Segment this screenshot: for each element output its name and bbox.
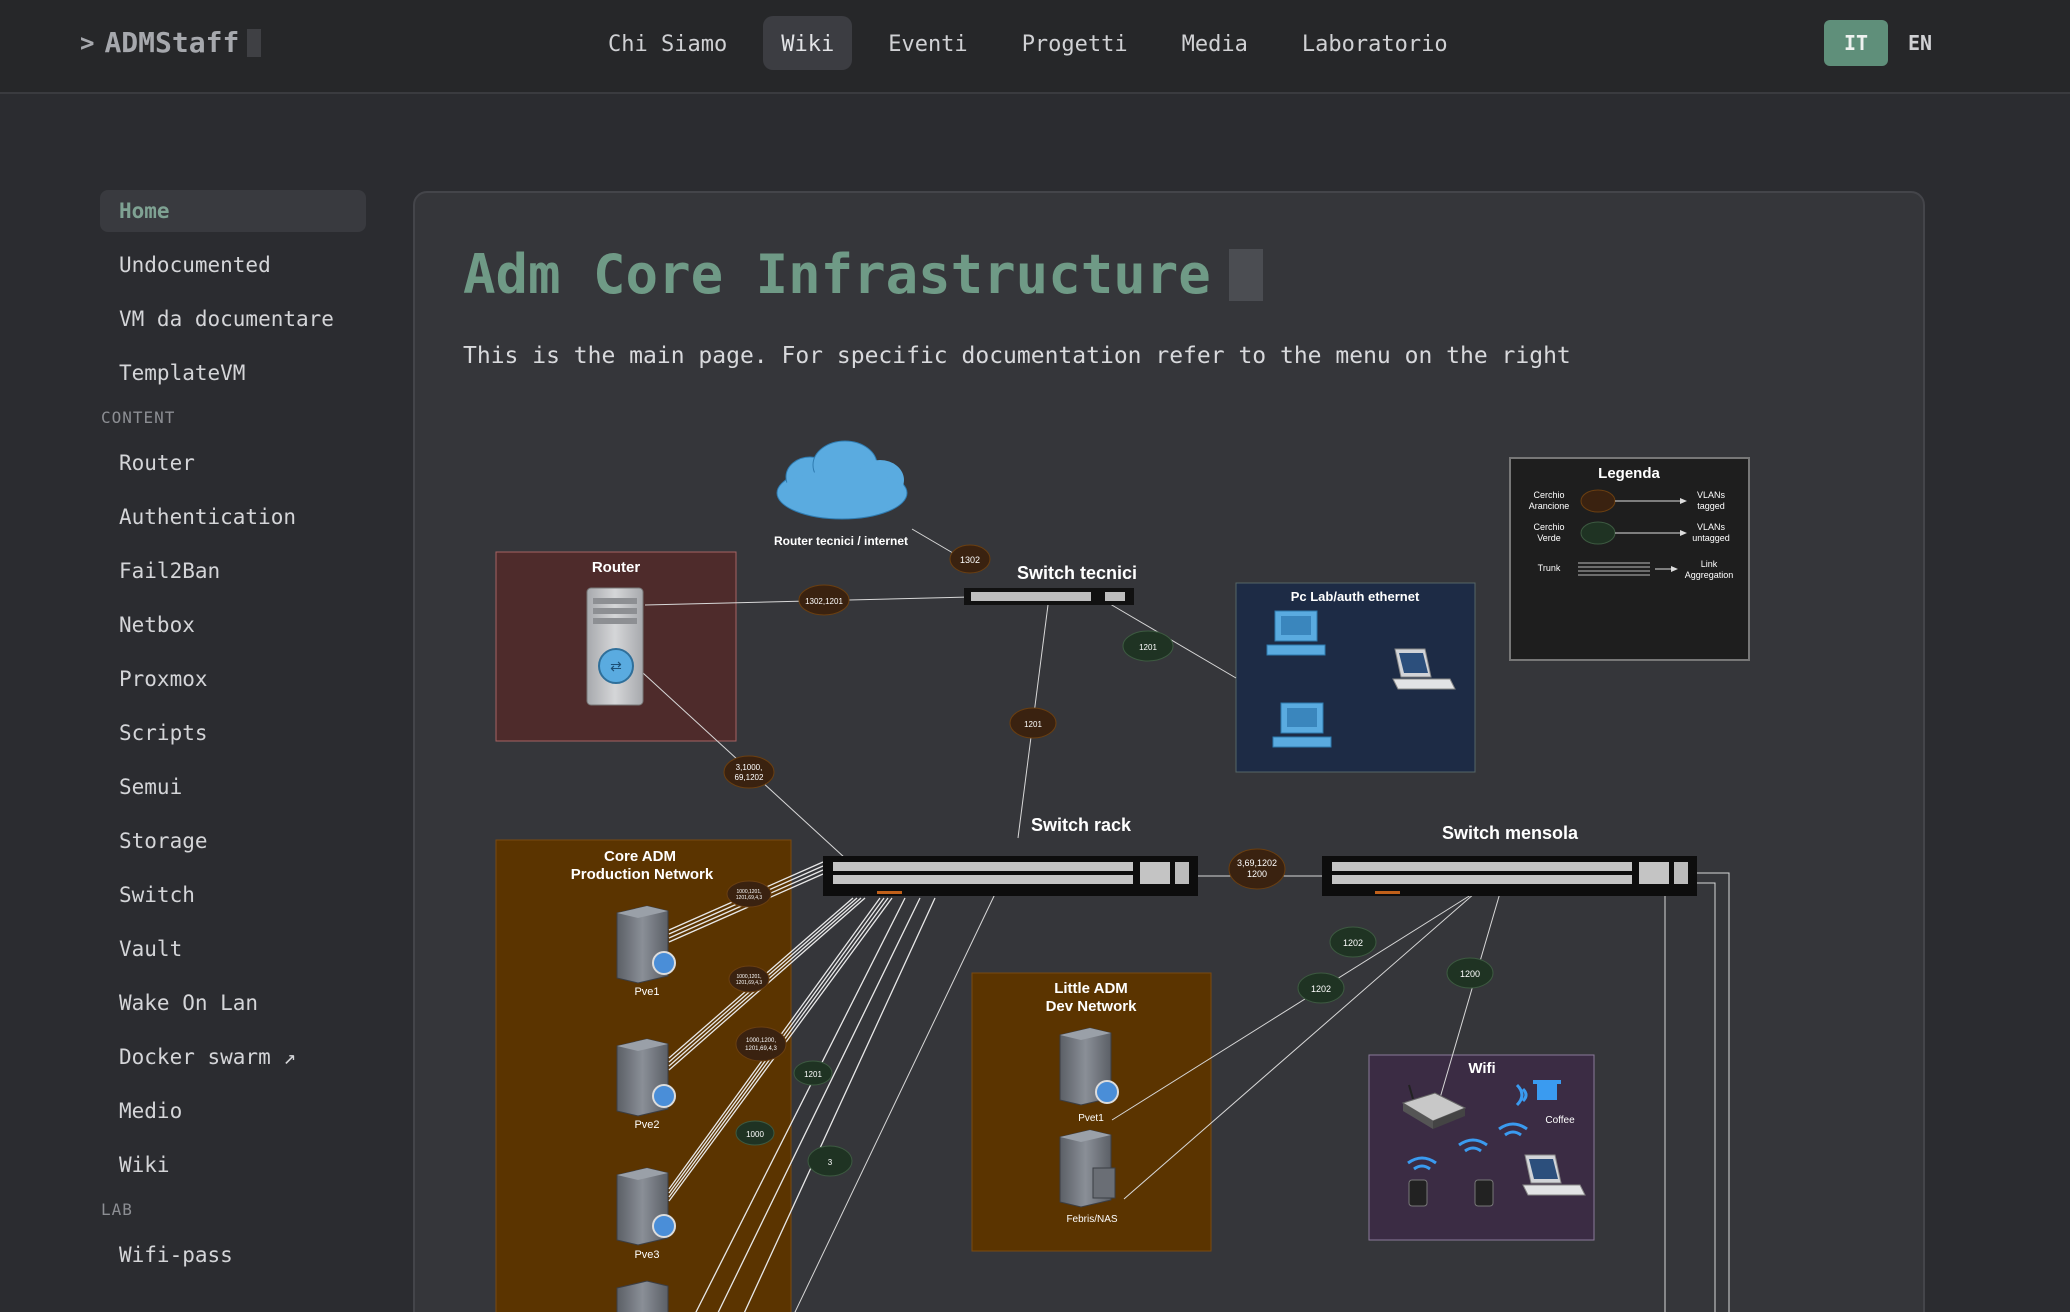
vlan-badge-label: 1201: [1024, 720, 1042, 729]
sidebar-item-vault[interactable]: Vault: [100, 928, 366, 970]
vlan-badge: [735, 1026, 787, 1062]
brand-logo[interactable]: > ADMStaff: [80, 26, 262, 59]
sidebar-item-fail2ban[interactable]: Fail2Ban: [100, 550, 366, 592]
sidebar-item-authentication[interactable]: Authentication: [100, 496, 366, 538]
vlan-badge-label: 1302,1201: [805, 597, 843, 606]
sidebar-item-undocumented[interactable]: Undocumented: [100, 244, 366, 286]
vlan-badge-label: 1202: [1343, 938, 1363, 948]
content-card: Adm Core Infrastructure This is the main…: [413, 191, 1925, 1312]
sidebar-item-medio[interactable]: Medio: [100, 1090, 366, 1132]
vlan-badge-label: 1201: [1139, 643, 1157, 652]
sidebar-section-content: CONTENT: [101, 408, 176, 427]
sidebar-item-wifi-pass[interactable]: Wifi-pass: [100, 1234, 366, 1276]
lang-en-button[interactable]: EN: [1888, 20, 1952, 66]
nav-eventi[interactable]: Eventi: [870, 16, 985, 70]
sidebar-item-vm-da-documentare[interactable]: VM da documentare: [100, 298, 366, 340]
vlan-badge-label: 1201,69,4,3: [745, 1046, 777, 1052]
nav-progetti[interactable]: Progetti: [1004, 16, 1146, 70]
nav-laboratorio[interactable]: Laboratorio: [1284, 16, 1466, 70]
nav-media[interactable]: Media: [1164, 16, 1266, 70]
sidebar-item-scripts[interactable]: Scripts: [100, 712, 366, 754]
sidebar-item-semui[interactable]: Semui: [100, 766, 366, 808]
sidebar-section-lab: LAB: [101, 1200, 133, 1219]
vlan-badge-label: 1000,1200,: [746, 1038, 776, 1044]
vlan-badges: 1302 1302,1201 1201 1201 3,1000, 69,1202…: [723, 544, 1494, 1177]
cursor-block: [247, 28, 262, 57]
sidebar-item-templatevm[interactable]: TemplateVM: [100, 352, 366, 394]
sidebar-item-netbox[interactable]: Netbox: [100, 604, 366, 646]
wiki-sidebar: Home Undocumented VM da documentare Temp…: [100, 190, 366, 1288]
vlan-badge-label: 69,1202: [735, 773, 764, 782]
sidebar-item-wiki[interactable]: Wiki: [100, 1144, 366, 1186]
lang-it-button[interactable]: IT: [1824, 20, 1888, 66]
vlan-badge-label: 1202: [1311, 984, 1331, 994]
vlan-badge-label: 3,1000,: [736, 763, 763, 772]
vlan-badge-label: 1302: [960, 555, 980, 565]
nav-wiki[interactable]: Wiki: [763, 16, 853, 70]
sidebar-item-storage[interactable]: Storage: [100, 820, 366, 862]
vlan-badge-label: 1201,69,4,3: [736, 895, 763, 901]
terminal-prompt-icon: >: [80, 28, 95, 57]
sidebar-item-home[interactable]: Home: [100, 190, 366, 232]
vlan-badge-label: 1200: [1247, 869, 1267, 879]
brand-name: ADMStaff: [104, 26, 240, 59]
vlan-badge: [723, 755, 775, 789]
nav-chi-siamo[interactable]: Chi Siamo: [590, 16, 745, 70]
vlan-badge-label: 3: [828, 1158, 833, 1167]
sidebar-item-proxmox[interactable]: Proxmox: [100, 658, 366, 700]
sidebar-item-switch[interactable]: Switch: [100, 874, 366, 916]
vlan-badge-label: 1201,69,4,3: [736, 980, 763, 986]
language-switcher: IT EN: [1824, 20, 1952, 66]
vlan-badge-label: 1200: [1460, 969, 1480, 979]
sidebar-item-router[interactable]: Router: [100, 442, 366, 484]
sidebar-item-wake-on-lan[interactable]: Wake On Lan: [100, 982, 366, 1024]
vlan-badge-label: 1201: [804, 1070, 822, 1079]
sidebar-item-docker-swarm[interactable]: Docker swarm ↗: [100, 1036, 366, 1078]
vlan-badge-label: 3,69,1202: [1237, 858, 1277, 868]
vlan-badge-label: 1000: [746, 1130, 764, 1139]
main-nav: Chi Siamo Wiki Eventi Progetti Media Lab…: [590, 16, 1484, 70]
top-navbar: > ADMStaff Chi Siamo Wiki Eventi Progett…: [0, 0, 2070, 94]
